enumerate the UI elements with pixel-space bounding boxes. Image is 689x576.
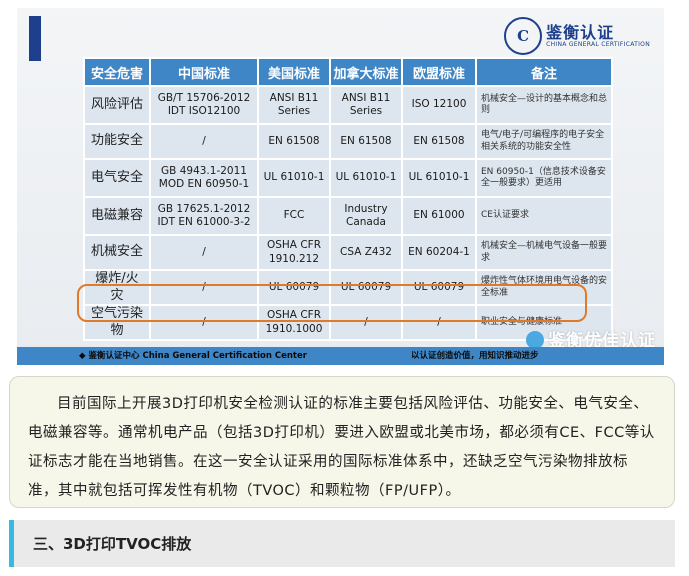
hazard-cell: 机械安全: [83, 234, 151, 271]
header-usa: 美国标准: [257, 57, 331, 87]
remark-cell: 爆炸性气体环境用电气设备的安全标准: [475, 269, 613, 306]
standard-cell: /: [329, 304, 403, 341]
slide-accent-bar: [29, 16, 41, 61]
article-paragraph: 目前国际上开展3D打印机安全检测认证的标准主要包括风险评估、功能安全、电气安全、…: [28, 396, 655, 499]
certification-logo: C 鉴衡认证 CHINA GENERAL CERTIFICATION: [504, 16, 650, 56]
hazard-cell: 电气安全: [83, 158, 151, 198]
footer-left-text: ◆ 鉴衡认证中心 China General Certification Cen…: [79, 351, 307, 361]
section-heading: 三、3D打印TVOC排放: [9, 520, 675, 567]
standard-cell: EN 61508: [257, 123, 331, 160]
hazard-cell: 爆炸/火灾: [83, 269, 151, 306]
remark-cell: CE认证要求: [475, 196, 613, 236]
standard-cell: /: [149, 269, 259, 306]
standard-cell: OSHA CFR 1910.1000: [257, 304, 331, 341]
standard-cell: UL 61010-1: [329, 158, 403, 198]
standard-cell: EN 61508: [401, 123, 477, 160]
standard-cell: /: [401, 304, 477, 341]
standard-cell: /: [149, 304, 259, 341]
standard-cell: EN 61508: [329, 123, 403, 160]
remark-cell: 机械安全—机械电气设备一般要求: [475, 234, 613, 271]
table-row: 电气安全 GB 4943.1-2011 MOD EN 60950-1 UL 61010…: [83, 158, 613, 198]
article-paragraph-box: 目前国际上开展3D打印机安全检测认证的标准主要包括风险评估、功能安全、电气安全、…: [9, 376, 675, 508]
standards-table: 安全危害 中国标准 美国标准 加拿大标准 欧盟标准 备注 风险评估 GB/T 15…: [83, 57, 613, 341]
header-eu: 欧盟标准: [401, 57, 477, 87]
standard-cell: ISO 12100: [401, 85, 477, 125]
slide-footer: ◆ 鉴衡认证中心 China General Certification Cen…: [17, 347, 664, 365]
standard-cell: EN 61000: [401, 196, 477, 236]
hazard-cell: 风险评估: [83, 85, 151, 125]
standard-cell: ANSI B11 Series: [257, 85, 331, 125]
standard-cell: EN 60204-1: [401, 234, 477, 271]
footer-right-text: 以认证创造价值，用知识推动进步: [411, 351, 539, 361]
remark-cell: 电气/电子/可编程序的电子安全相关系统的功能安全性: [475, 123, 613, 160]
standard-cell: ANSI B11 Series: [329, 85, 403, 125]
standard-cell: GB 17625.1-2012 IDT EN 61000-3-2: [149, 196, 259, 236]
standard-cell: /: [149, 123, 259, 160]
standard-cell: Industry Canada: [329, 196, 403, 236]
header-china: 中国标准: [149, 57, 259, 87]
header-hazard: 安全危害: [83, 57, 151, 87]
table-row: 电磁兼容 GB 17625.1-2012 IDT EN 61000-3-2 FCC In…: [83, 196, 613, 236]
standard-cell: UL 61010-1: [257, 158, 331, 198]
hazard-cell: 空气污染物: [83, 304, 151, 341]
logo-name-cn: 鉴衡认证: [546, 22, 615, 42]
hazard-cell: 电磁兼容: [83, 196, 151, 236]
logo-mark-icon: C: [504, 17, 543, 55]
logo-name-en: CHINA GENERAL CERTIFICATION: [546, 40, 650, 48]
standard-cell: CSA Z432: [329, 234, 403, 271]
table-row: 爆炸/火灾 / UL 60079 UL 60079 UL 60079 爆炸性气体环境用电气…: [83, 269, 613, 306]
slide-image: C 鉴衡认证 CHINA GENERAL CERTIFICATION 安全危害 …: [17, 8, 664, 365]
header-remark: 备注: [475, 57, 613, 87]
table-row: 功能安全 / EN 61508 EN 61508 EN 61508 电气/电子/可编程序的…: [83, 123, 613, 160]
standard-cell: GB 4943.1-2011 MOD EN 60950-1: [149, 158, 259, 198]
standard-cell: OSHA CFR 1910.212: [257, 234, 331, 271]
table-row: 风险评估 GB/T 15706-2012 IDT ISO12100 ANSI B11 S…: [83, 85, 613, 125]
standard-cell: /: [149, 234, 259, 271]
standard-cell: UL 60079: [257, 269, 331, 306]
standard-cell: UL 60079: [401, 269, 477, 306]
remark-cell: EN 60950-1（信息技术设备安全一般要求）更适用: [475, 158, 613, 198]
standard-cell: UL 61010-1: [401, 158, 477, 198]
section-title: 三、3D打印TVOC排放: [33, 535, 192, 553]
table-header-row: 安全危害 中国标准 美国标准 加拿大标准 欧盟标准 备注: [83, 57, 613, 87]
standard-cell: FCC: [257, 196, 331, 236]
standard-cell: GB/T 15706-2012 IDT ISO12100: [149, 85, 259, 125]
hazard-cell: 功能安全: [83, 123, 151, 160]
table-row: 机械安全 / OSHA CFR 1910.212 CSA Z432 EN 60204-1 机…: [83, 234, 613, 271]
header-canada: 加拿大标准: [329, 57, 403, 87]
standard-cell: UL 60079: [329, 269, 403, 306]
remark-cell: 机械安全—设计的基本概念和总则: [475, 85, 613, 125]
